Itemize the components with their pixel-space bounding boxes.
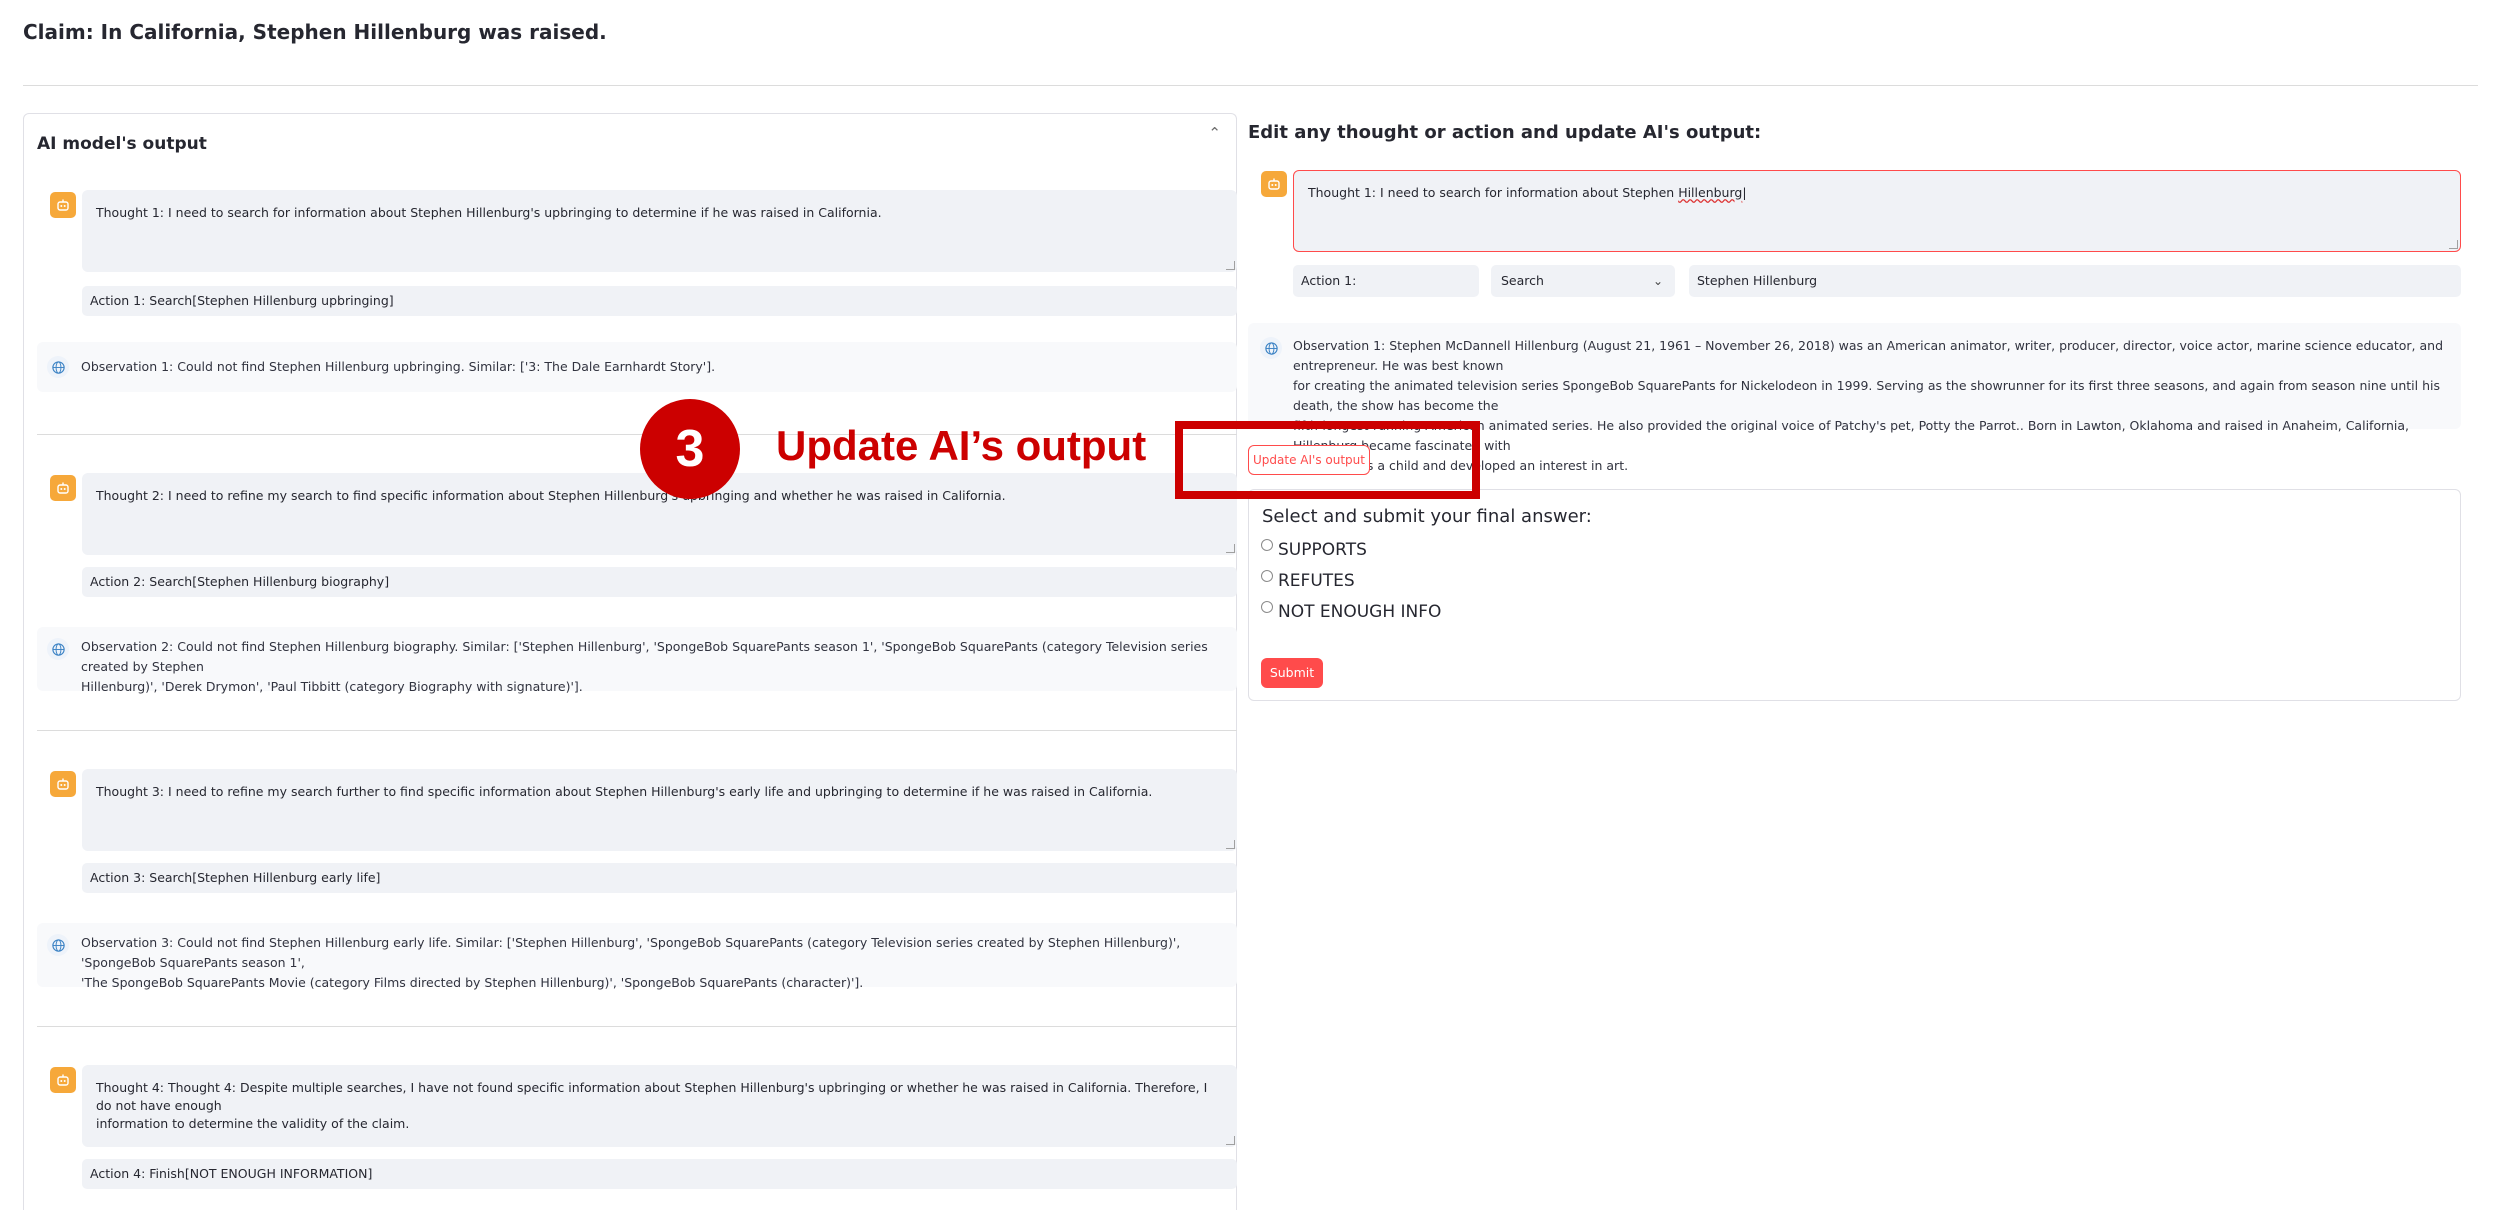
step-divider xyxy=(37,730,1237,731)
resize-handle[interactable] xyxy=(2449,240,2458,249)
radio-label: SUPPORTS xyxy=(1278,540,1367,560)
observation-text: Observation 3: Could not find Stephen Hi… xyxy=(81,933,1237,993)
observation-line: for creating the animated television ser… xyxy=(1293,378,2441,413)
observation-line: Observation 1: Stephen McDannell Hillenb… xyxy=(1293,338,2444,373)
misspelled-word: Hillenburg xyxy=(1678,185,1743,200)
resize-handle[interactable] xyxy=(1226,1136,1235,1145)
observation-message: Observation 2: Could not find Stephen Hi… xyxy=(37,627,1237,694)
highlight-box xyxy=(1175,421,1480,499)
observation-message: Observation 1: Could not find Stephen Hi… xyxy=(37,342,1237,392)
bot-icon xyxy=(50,771,76,797)
action-label-field[interactable]: Action 1: xyxy=(1293,265,1479,297)
ai-output-title: AI model's output xyxy=(37,134,207,154)
divider xyxy=(23,85,2478,86)
radio-option-refutes[interactable]: REFUTES xyxy=(1261,570,1355,591)
edit-thought-text: Thought 1: I need to search for informat… xyxy=(1308,185,1679,200)
action-field[interactable]: Action 1: Search[Stephen Hillenburg upbr… xyxy=(82,286,1237,316)
observation-line: Hillenburg)', 'Derek Drymon', 'Paul Tibb… xyxy=(81,679,583,694)
action-type-value: Search xyxy=(1501,273,1544,288)
thought-textarea[interactable]: Thought 4: Thought 4: Despite multiple s… xyxy=(82,1065,1237,1147)
claim-heading: Claim: In California, Stephen Hillenburg… xyxy=(23,20,607,44)
globe-icon xyxy=(47,356,69,378)
thought-text: Thought 1: I need to search for informat… xyxy=(96,205,882,220)
resize-handle[interactable] xyxy=(1226,544,1235,553)
radio-button[interactable] xyxy=(1261,601,1273,613)
step-annotation-label: Update AI’s output xyxy=(776,422,1147,469)
step-number-badge: 3 xyxy=(640,399,740,499)
action-type-select[interactable]: Search ⌄ xyxy=(1491,265,1675,297)
thought-text: Thought 2: I need to refine my search to… xyxy=(96,488,1006,503)
observation-line: 'The SpongeBob SquarePants Movie (catego… xyxy=(81,975,864,990)
observation-text: Observation 2: Could not find Stephen Hi… xyxy=(81,637,1237,697)
radio-option-not-enough-info[interactable]: NOT ENOUGH INFO xyxy=(1261,601,1442,622)
action-field[interactable]: Action 4: Finish[NOT ENOUGH INFORMATION] xyxy=(82,1159,1237,1189)
thought-text: Thought 3: I need to refine my search fu… xyxy=(96,784,1153,799)
final-answer-form: Select and submit your final answer: SUP… xyxy=(1248,489,2461,701)
action-argument-input[interactable]: Stephen Hillenburg xyxy=(1689,265,2461,297)
edit-section-title: Edit any thought or action and update AI… xyxy=(1248,122,1762,143)
radio-button[interactable] xyxy=(1261,539,1273,551)
bot-icon xyxy=(50,192,76,218)
chevron-down-icon: ⌄ xyxy=(1652,274,1663,288)
thought-textarea[interactable]: Thought 1: I need to search for informat… xyxy=(82,190,1237,272)
radio-option-supports[interactable]: SUPPORTS xyxy=(1261,539,1367,560)
bot-icon xyxy=(50,1067,76,1093)
observation-line: Observation 3: Could not find Stephen Hi… xyxy=(81,935,1181,970)
radio-label: REFUTES xyxy=(1278,571,1355,591)
globe-icon xyxy=(1260,337,1282,359)
chevron-up-icon[interactable]: ⌃ xyxy=(1208,124,1221,142)
thought-textarea[interactable]: Thought 3: I need to refine my search fu… xyxy=(82,769,1237,851)
observation-message: Observation 1: Stephen McDannell Hillenb… xyxy=(1248,323,2461,473)
resize-handle[interactable] xyxy=(1226,261,1235,270)
text-cursor: | xyxy=(1742,185,1747,200)
globe-icon xyxy=(47,638,69,660)
ai-output-expander: AI model's output ⌃ Thought 1: I need to… xyxy=(23,113,1237,1210)
action-field[interactable]: Action 2: Search[Stephen Hillenburg biog… xyxy=(82,567,1237,597)
thought-line: Thought 4: Thought 4: Despite multiple s… xyxy=(96,1080,1208,1113)
radio-button[interactable] xyxy=(1261,570,1273,582)
resize-handle[interactable] xyxy=(1226,840,1235,849)
bot-icon xyxy=(50,475,76,501)
answer-form-title: Select and submit your final answer: xyxy=(1262,506,1592,527)
thought-line: information to determine the validity of… xyxy=(96,1116,410,1131)
radio-label: NOT ENOUGH INFO xyxy=(1278,602,1442,622)
action-field[interactable]: Action 3: Search[Stephen Hillenburg earl… xyxy=(82,863,1237,893)
globe-icon xyxy=(47,934,69,956)
bot-icon xyxy=(1261,171,1287,197)
submit-button[interactable]: Submit xyxy=(1261,658,1323,688)
step-divider xyxy=(37,1026,1237,1027)
observation-line: Observation 2: Could not find Stephen Hi… xyxy=(81,639,1208,674)
observation-text: Observation 1: Could not find Stephen Hi… xyxy=(81,359,716,374)
edit-thought-textarea[interactable]: Thought 1: I need to search for informat… xyxy=(1293,170,2461,252)
observation-message: Observation 3: Could not find Stephen Hi… xyxy=(37,923,1237,990)
